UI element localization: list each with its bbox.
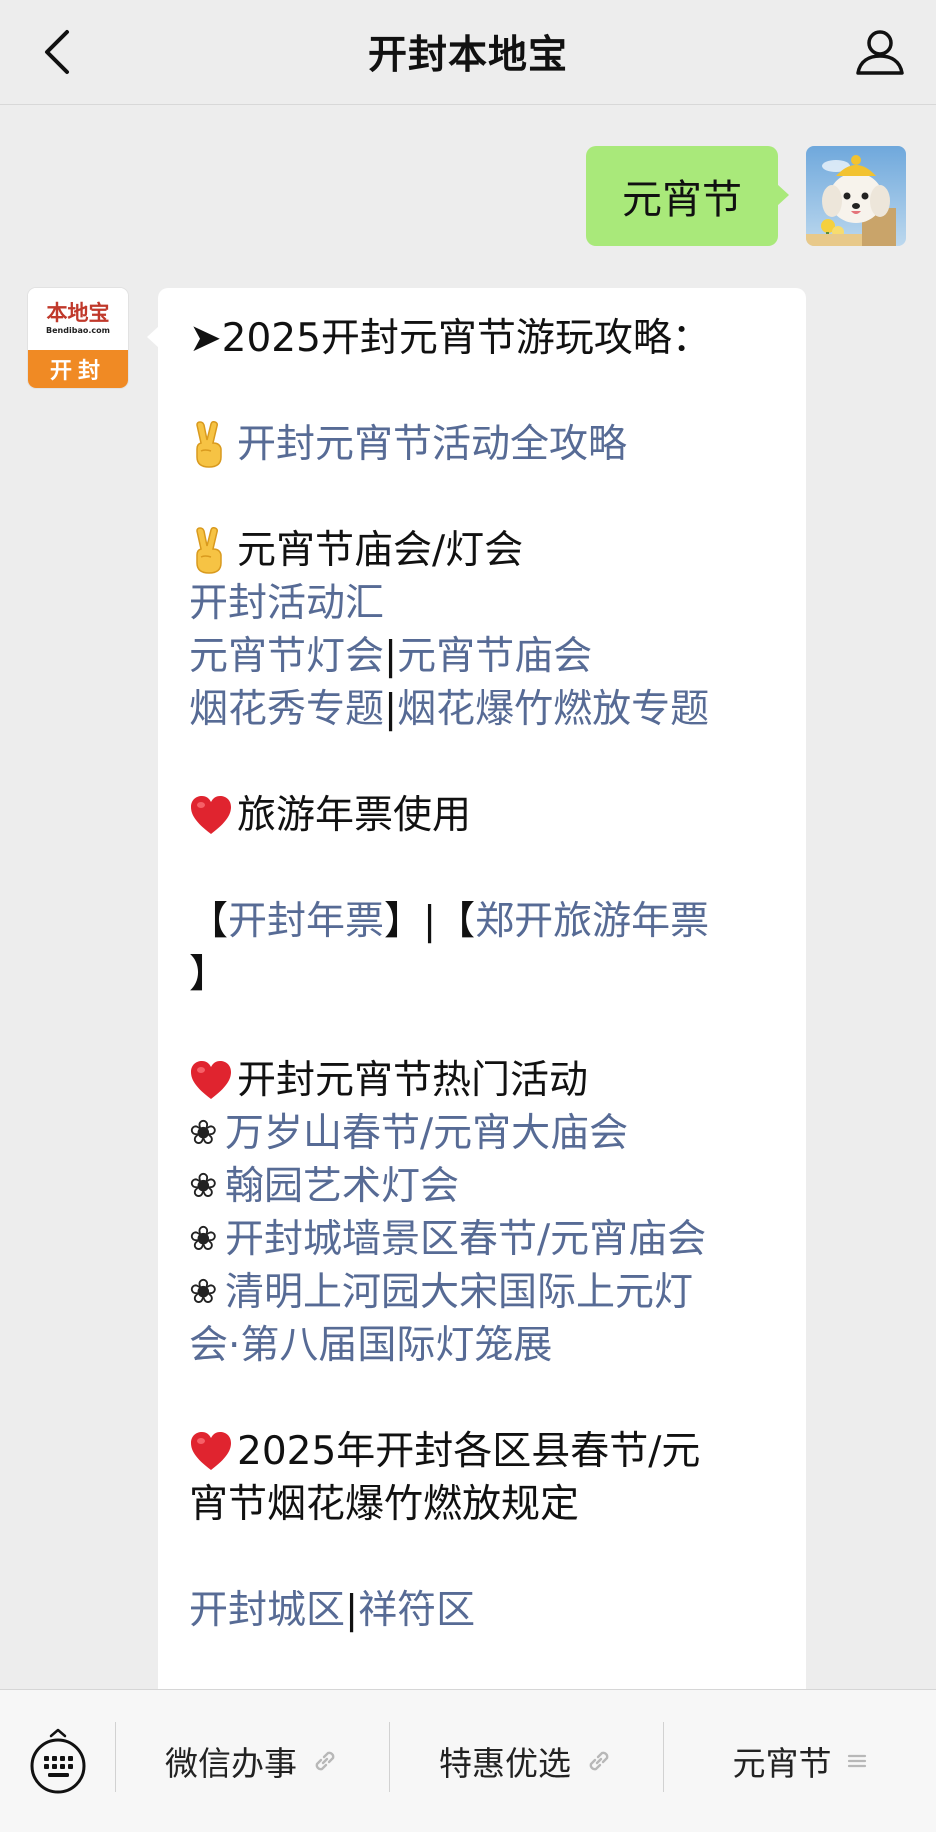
- message-text: 】|【: [384, 899, 476, 944]
- message-line: 开封活动汇: [189, 577, 776, 630]
- message-text: |: [345, 1588, 359, 1633]
- red-heart-icon: [189, 1054, 237, 1107]
- message-link[interactable]: 开封元宵节活动全攻略: [237, 418, 627, 471]
- menu-item-lantern-festival[interactable]: 元宵节: [664, 1690, 936, 1832]
- message-line: 元宵节庙会/灯会: [189, 524, 776, 577]
- flower-bullet-icon: ❀: [189, 1166, 218, 1206]
- message-text: 【: [189, 899, 229, 944]
- keyboard-icon: [30, 1728, 85, 1794]
- flower-bullet-icon: ❀: [189, 1219, 218, 1259]
- message-line: 【开封年票 】|【 郑开旅游年票: [189, 895, 776, 948]
- message-text: 2025年开封各区县春节/元: [237, 1429, 701, 1474]
- keyboard-toggle-button[interactable]: [0, 1690, 115, 1832]
- message-line: ❀ 万岁山春节/元宵大庙会: [189, 1107, 776, 1160]
- message-line: 烟花秀专题 | 烟花爆竹燃放专题: [189, 683, 776, 736]
- message-text: |: [384, 687, 398, 732]
- message-text: 旅游年票使用: [237, 793, 472, 838]
- message-line: 开封元宵节活动全攻略: [189, 418, 776, 471]
- official-account-avatar[interactable]: 本地宝 Bendibao.com 开封: [28, 288, 128, 388]
- sent-message-bubble[interactable]: 元宵节: [586, 146, 789, 246]
- message-link[interactable]: 开封活动汇: [189, 577, 384, 630]
- dog-avatar-image: [806, 146, 906, 246]
- message-text: 元宵节庙会/灯会: [237, 528, 524, 573]
- message-line: ❀ 开封城墙景区春节/元宵庙会: [189, 1213, 776, 1266]
- message-line: 开封元宵节热门活动: [189, 1054, 776, 1107]
- message-link[interactable]: 郑开旅游年票: [475, 895, 709, 948]
- user-icon: [856, 30, 904, 75]
- victory-hand-icon: [189, 524, 237, 577]
- top-navigation-bar: 开封本地宝: [0, 0, 936, 105]
- menu-item-wechat-services[interactable]: 微信办事: [116, 1690, 388, 1832]
- logo-brand-text: 本地宝: [46, 300, 110, 325]
- message-link[interactable]: 会·第八届国际灯笼展: [189, 1319, 552, 1372]
- message-line: 元宵节灯会 | 元宵节庙会: [189, 630, 776, 683]
- message-line: ❀ 翰园艺术灯会: [189, 1160, 776, 1213]
- user-avatar[interactable]: [806, 146, 906, 246]
- message-text: 宵节烟花爆竹燃放规定: [189, 1482, 580, 1527]
- message-link[interactable]: 开封城区: [189, 1584, 345, 1637]
- red-heart-icon: [189, 1425, 237, 1478]
- message-line: 旅游年票使用: [189, 789, 776, 842]
- message-line: 】: [189, 948, 776, 1001]
- logo-city-text: 开封: [28, 350, 128, 388]
- message-link[interactable]: 开封年票: [228, 895, 384, 948]
- message-link[interactable]: 万岁山春节/元宵大庙会: [225, 1107, 628, 1160]
- sent-message-text: 元宵节: [622, 177, 742, 223]
- menu-lines-icon: [846, 1750, 868, 1772]
- message-link[interactable]: 开封城墙景区春节/元宵庙会: [225, 1213, 706, 1266]
- link-icon: [311, 1747, 339, 1775]
- message-line: 开封城区 | 祥符区: [189, 1584, 776, 1637]
- message-link[interactable]: 清明上河园大宋国际上元灯: [225, 1266, 693, 1319]
- message-link[interactable]: 烟花爆竹燃放专题: [397, 683, 709, 736]
- flower-bullet-icon: ❀: [189, 1272, 218, 1312]
- bottom-menu-bar: 微信办事 特惠优选 元宵节: [0, 1689, 936, 1832]
- received-message-bubble: ➤2025开封元宵节游玩攻略： 开封元宵节活动全攻略元宵节庙会/灯会 开封活动汇 元宵…: [147, 288, 806, 1808]
- message-link[interactable]: 元宵节灯会: [189, 630, 384, 683]
- logo-top: 本地宝 Bendibao.com: [28, 288, 128, 350]
- message-link[interactable]: 元宵节庙会: [397, 630, 592, 683]
- message-text: ➤2025开封元宵节游玩攻略：: [189, 316, 711, 361]
- message-link[interactable]: 翰园艺术灯会: [225, 1160, 459, 1213]
- red-heart-icon: [189, 789, 237, 842]
- message-line: ❀ 清明上河园大宋国际上元灯: [189, 1266, 776, 1319]
- menu-item-label: 特惠优选: [439, 1744, 571, 1783]
- flower-bullet-icon: ❀: [189, 1113, 218, 1153]
- victory-hand-icon: [189, 418, 237, 471]
- message-line: 2025年开封各区县春节/元: [189, 1425, 776, 1478]
- page-title: 开封本地宝: [367, 33, 568, 78]
- message-text: |: [384, 634, 398, 679]
- profile-button[interactable]: [848, 20, 912, 84]
- message-line: 宵节烟花爆竹燃放规定: [189, 1478, 776, 1531]
- menu-item-label: 微信办事: [165, 1744, 297, 1783]
- message-line: 会·第八届国际灯笼展: [189, 1319, 776, 1372]
- message-text: 】: [189, 952, 229, 997]
- link-icon: [585, 1747, 613, 1775]
- message-text: 开封元宵节热门活动: [237, 1058, 589, 1103]
- menu-item-special-deals[interactable]: 特惠优选: [390, 1690, 662, 1832]
- message-link[interactable]: 烟花秀专题: [189, 683, 384, 736]
- logo-domain-text: Bendibao.com: [46, 326, 110, 335]
- message-line: ➤2025开封元宵节游玩攻略：: [189, 312, 776, 365]
- menu-item-label: 元宵节: [732, 1744, 832, 1783]
- message-link[interactable]: 祥符区: [358, 1584, 475, 1637]
